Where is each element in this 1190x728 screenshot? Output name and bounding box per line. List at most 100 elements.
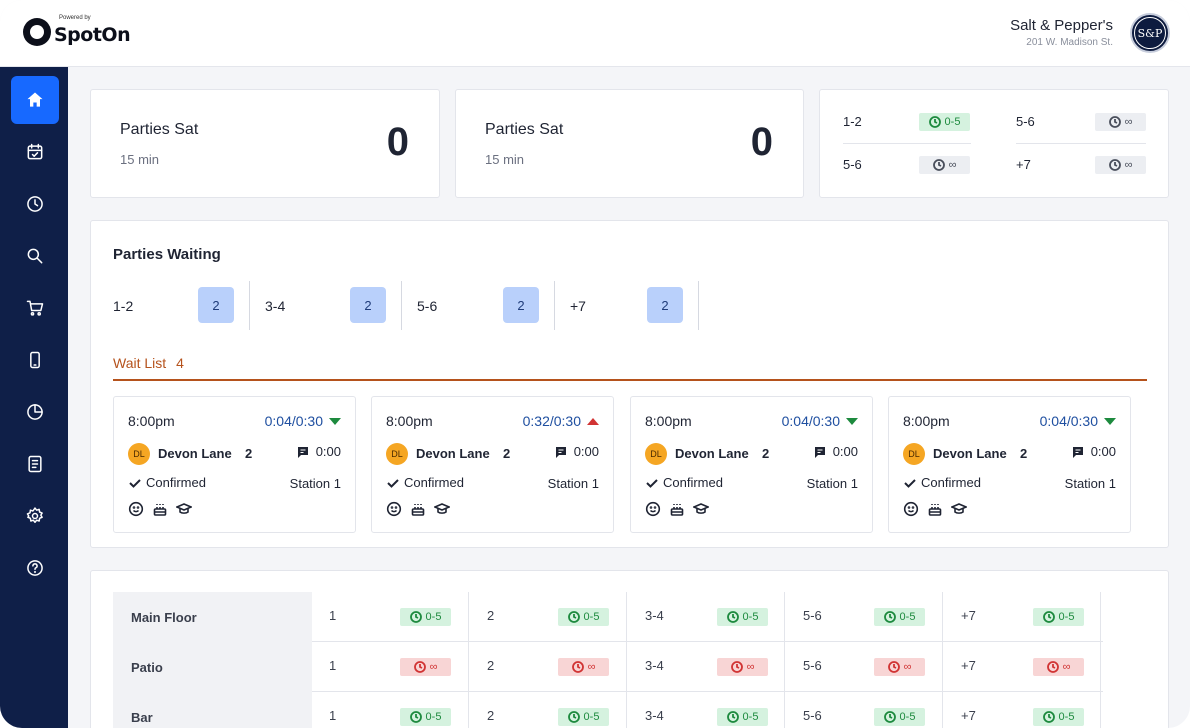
elapsed-value: 0:04/0:30 xyxy=(264,413,323,429)
nav-home[interactable] xyxy=(11,76,59,124)
clock-icon xyxy=(571,661,584,673)
clock-icon xyxy=(883,611,896,623)
trend-down-icon xyxy=(329,417,341,425)
nav-devices[interactable] xyxy=(11,336,59,384)
check-icon xyxy=(646,478,658,488)
clock-icon xyxy=(1042,611,1055,623)
wait-list-entry[interactable]: 8:00pm 0:04/0:30 DL Devon Lane 2 0:00 Co… xyxy=(113,396,356,533)
party-count-badge[interactable]: 2 xyxy=(198,287,234,323)
guest-tags xyxy=(903,501,975,517)
table-cell: 5-6 ∞ xyxy=(786,642,943,692)
message-button[interactable]: 0:00 xyxy=(1071,444,1116,459)
wait-list-entry[interactable]: 8:00pm 0:04/0:30 DL Devon Lane 2 0:00 Co… xyxy=(888,396,1131,533)
cell-label: +7 xyxy=(961,708,976,723)
nav-settings[interactable] xyxy=(11,492,59,540)
cell-label: 1 xyxy=(329,608,337,623)
entry-elapsed: 0:04/0:30 xyxy=(265,413,341,429)
entry-elapsed: 0:32/0:30 xyxy=(523,413,599,429)
chip-value: 0-5 xyxy=(944,116,961,128)
clock-icon xyxy=(413,661,426,673)
table-cell: 2 0-5 xyxy=(470,692,627,728)
wait-time-chip: 0-5 xyxy=(1033,608,1084,626)
status-text: Confirmed xyxy=(404,475,464,490)
table-row[interactable]: Main Floor 1 0-5 2 0-5 3-4 0-5 5-6 0-5 +7 0-5 xyxy=(113,592,1103,642)
clock-icon xyxy=(1046,661,1059,673)
nav-search[interactable] xyxy=(11,232,59,280)
spoton-logo[interactable]: SpotOn Powered by xyxy=(23,15,131,46)
wait-time-chip: ∞ xyxy=(919,156,970,174)
logo-powered-by: Powered by xyxy=(59,15,91,21)
top-bar: SpotOn Powered by Salt & Pepper's 201 W.… xyxy=(0,0,1190,67)
chip-value: ∞ xyxy=(903,661,912,673)
wait-time-chip: ∞ xyxy=(1095,156,1146,174)
message-button[interactable]: 0:00 xyxy=(554,444,599,459)
chip-value: ∞ xyxy=(746,661,755,673)
wait-time-chip: ∞ xyxy=(874,658,925,676)
nav-orders[interactable] xyxy=(11,284,59,332)
clock-icon xyxy=(409,711,422,723)
nav-reports[interactable] xyxy=(11,388,59,436)
party-size-label: 5-6 xyxy=(417,298,438,314)
chip-value: 0-5 xyxy=(425,711,442,723)
party-count-badge[interactable]: 2 xyxy=(350,287,386,323)
cell-label: 3-4 xyxy=(645,708,664,723)
cell-label: 2 xyxy=(487,608,495,623)
clock-icon xyxy=(883,711,896,723)
entry-elapsed: 0:04/0:30 xyxy=(1040,413,1116,429)
table-row[interactable]: Bar 1 0-5 2 0-5 3-4 0-5 5-6 0-5 +7 0-5 xyxy=(113,692,1103,728)
nav-reservations[interactable] xyxy=(11,128,59,176)
clock-icon xyxy=(730,661,743,673)
table-cell: 1 0-5 xyxy=(312,592,469,642)
chat-icon xyxy=(297,446,308,458)
nav-help[interactable] xyxy=(11,544,59,592)
graduation-cap-icon xyxy=(176,503,192,514)
guest-name: Devon Lane xyxy=(416,446,490,461)
sidebar xyxy=(0,67,68,728)
section-name: Patio xyxy=(113,642,312,692)
summary-label: 5-6 xyxy=(1016,114,1035,129)
clock-icon xyxy=(27,196,43,212)
clock-icon xyxy=(567,711,580,723)
wait-time-summary-card: 1-2 0-5 5-6 ∞ 5-6 ∞ +7 ∞ xyxy=(819,89,1169,198)
restaurant-avatar[interactable]: S&P xyxy=(1130,13,1170,53)
entry-station: Station 1 xyxy=(806,476,858,491)
message-button[interactable]: 0:00 xyxy=(813,444,858,459)
party-size-label: 3-4 xyxy=(265,298,286,314)
wait-list-tab[interactable]: Wait List 4 xyxy=(113,355,184,371)
message-button[interactable]: 0:00 xyxy=(296,444,341,459)
cell-label: 2 xyxy=(487,658,495,673)
parties-waiting-title: Parties Waiting xyxy=(113,246,221,263)
entry-status: Confirmed xyxy=(386,475,464,490)
cell-label: 3-4 xyxy=(645,608,664,623)
guest-tags xyxy=(128,501,200,517)
home-icon xyxy=(27,92,43,107)
chat-icon xyxy=(814,446,825,458)
entry-station: Station 1 xyxy=(547,476,599,491)
parties-waiting-card: Parties Waiting 1-2 2 3-4 2 5-6 2 +7 2 W… xyxy=(90,220,1169,548)
party-size: 2 xyxy=(245,446,253,461)
table-row[interactable]: Patio 1 ∞ 2 ∞ 3-4 ∞ 5-6 ∞ +7 ∞ xyxy=(113,642,1103,692)
wait-list-entry[interactable]: 8:00pm 0:04/0:30 DL Devon Lane 2 0:00 Co… xyxy=(630,396,873,533)
nav-documents[interactable] xyxy=(11,440,59,488)
divider xyxy=(249,281,250,330)
cake-icon xyxy=(411,504,425,516)
chip-value: 0-5 xyxy=(1058,711,1075,723)
guest-avatar: DL xyxy=(645,443,667,465)
wait-time-chip: 0-5 xyxy=(558,708,609,726)
cell-label: 1 xyxy=(329,708,337,723)
wait-time-chip: 0-5 xyxy=(717,608,768,626)
wait-list-entry[interactable]: 8:00pm 0:32/0:30 DL Devon Lane 2 0:00 Co… xyxy=(371,396,614,533)
wait-time-chip: 0-5 xyxy=(717,708,768,726)
wait-time-chip: ∞ xyxy=(1033,658,1084,676)
cart-icon xyxy=(26,300,44,316)
divider xyxy=(554,281,555,330)
entry-station: Station 1 xyxy=(1064,476,1116,491)
cake-icon xyxy=(928,504,942,516)
restaurant-info: Salt & Pepper's 201 W. Madison St. xyxy=(1010,17,1113,48)
nav-waitlist[interactable] xyxy=(11,180,59,228)
clock-icon xyxy=(1042,711,1055,723)
party-count-badge[interactable]: 2 xyxy=(503,287,539,323)
party-count-badge[interactable]: 2 xyxy=(647,287,683,323)
message-time: 0:00 xyxy=(315,444,341,459)
clock-icon xyxy=(567,611,580,623)
